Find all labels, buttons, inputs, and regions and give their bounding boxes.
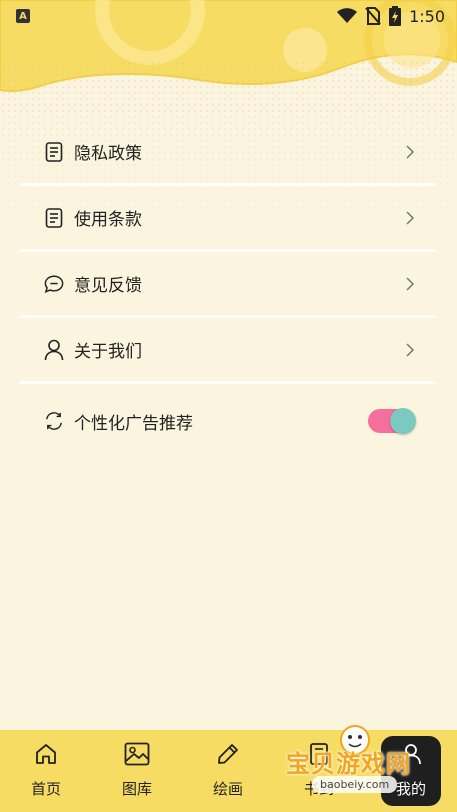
- toggle-knob: [390, 408, 416, 434]
- app-badge-icon: A: [16, 9, 30, 23]
- refresh-icon: [44, 411, 64, 431]
- menu-item-personalized-ads: 个性化广告推荐: [20, 384, 436, 458]
- no-sim-icon: [365, 7, 381, 25]
- person-icon: [44, 339, 64, 360]
- document-icon: [44, 207, 64, 228]
- menu-item-label: 个性化广告推荐: [74, 413, 193, 434]
- menu-item-privacy-policy[interactable]: 隐私政策: [20, 120, 436, 183]
- battery-charging-icon: [389, 6, 402, 26]
- profile-icon: [397, 740, 425, 768]
- menu-item-label: 关于我们: [74, 342, 142, 362]
- chat-bubble-icon: [44, 274, 64, 294]
- menu-item-about-us[interactable]: 关于我们: [20, 318, 436, 381]
- chevron-right-icon: [406, 342, 415, 357]
- menu-item-label: 使用条款: [74, 210, 142, 230]
- nav-label: 我的: [395, 780, 426, 798]
- nav-item-checkin[interactable]: 书到: [289, 740, 349, 804]
- nav-item-mine[interactable]: 我的: [381, 740, 441, 804]
- personalized-ads-toggle[interactable]: [368, 408, 416, 434]
- menu-item-label: 意见反馈: [74, 276, 142, 296]
- chevron-right-icon: [406, 276, 415, 291]
- nav-label: 书到: [303, 780, 334, 798]
- nav-label: 图库: [121, 780, 152, 798]
- menu-item-label: 隐私政策: [74, 144, 142, 164]
- nav-label: 首页: [30, 780, 61, 798]
- status-time: 1:50: [409, 6, 445, 26]
- settings-menu: 隐私政策 使用条款 意见反馈 关于我们 个性化广告推荐: [20, 120, 436, 458]
- image-icon: [123, 740, 151, 768]
- chevron-right-icon: [406, 144, 415, 159]
- nav-item-gallery[interactable]: 图库: [107, 740, 167, 804]
- status-bar: A 1:50: [0, 0, 457, 32]
- document-icon: [44, 141, 64, 162]
- pencil-icon: [214, 740, 242, 768]
- chevron-right-icon: [406, 210, 415, 225]
- menu-item-terms-of-use[interactable]: 使用条款: [20, 186, 436, 249]
- menu-item-feedback[interactable]: 意见反馈: [20, 252, 436, 315]
- home-icon: [32, 740, 60, 768]
- nav-item-home[interactable]: 首页: [16, 740, 76, 804]
- nav-item-draw[interactable]: 绘画: [198, 740, 258, 804]
- wifi-icon: [337, 8, 358, 23]
- nav-label: 绘画: [212, 780, 243, 798]
- book-icon: [305, 740, 333, 768]
